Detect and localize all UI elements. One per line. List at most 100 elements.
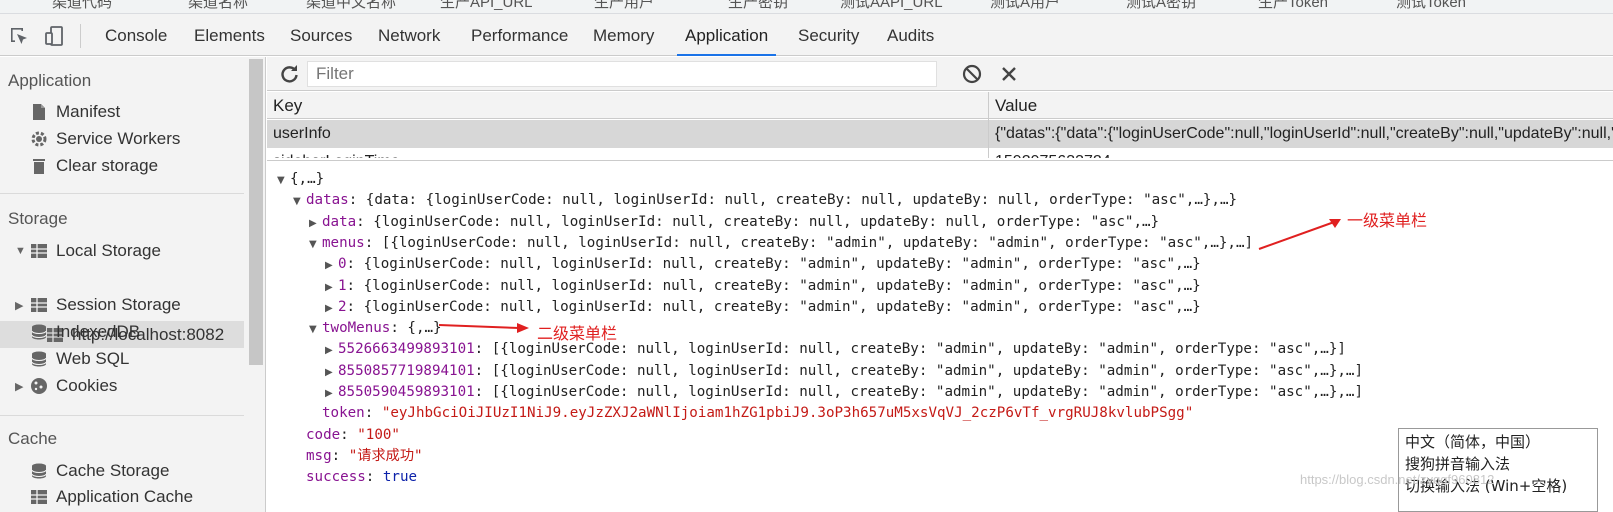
- table-cell-value[interactable]: 1592975633724: [989, 148, 1613, 158]
- sidebar-item-label: Web SQL: [56, 349, 130, 368]
- bookmark[interactable]: 生产Token: [1258, 0, 1328, 12]
- json-value: : {loginUserCode: null, loginUserId: nul…: [346, 256, 1201, 273]
- expand-triangle-icon[interactable]: ▶: [325, 340, 338, 361]
- json-key: data: [322, 213, 357, 230]
- json-string-value: "100": [357, 426, 400, 443]
- bookmark[interactable]: 生产API_URL: [440, 0, 533, 12]
- sidebar-item-label: Session Storage: [56, 295, 181, 314]
- expand-triangle-icon[interactable]: ▶: [325, 255, 338, 276]
- sidebar-section-storage: Storage: [8, 209, 68, 228]
- collapse-triangle-icon[interactable]: ▼: [309, 234, 322, 255]
- json-value: :: [365, 469, 383, 486]
- tab-application[interactable]: Application: [676, 14, 777, 56]
- bookmark[interactable]: 测试A密钥: [1126, 0, 1196, 12]
- cookie-icon: [31, 378, 47, 394]
- bookmark[interactable]: 渠道代码: [52, 0, 112, 12]
- json-tree-line: msg: "请求成功": [293, 446, 423, 467]
- json-tree-line[interactable]: ▶ data: {loginUserCode: null, loginUserId…: [309, 212, 1159, 233]
- inspect-element-icon[interactable]: [8, 25, 30, 47]
- sidebar-section-application: Application: [8, 71, 92, 90]
- expand-triangle-icon[interactable]: ▼: [15, 245, 26, 257]
- refresh-icon[interactable]: [277, 62, 301, 86]
- ime-language: 中文（简体，中国）: [1405, 433, 1541, 451]
- column-divider[interactable]: [988, 92, 989, 158]
- trash-icon: [33, 159, 45, 174]
- collapse-triangle-icon[interactable]: ▼: [277, 170, 290, 191]
- json-tree-line[interactable]: ▼ menus: [{loginUserCode: null, loginUser…: [309, 233, 1253, 254]
- ime-popup: 中文（简体，中国） 搜狗拼音输入法 切换输入法 (Win+空格): [1398, 428, 1598, 512]
- sidebar-item-label: Cache Storage: [56, 461, 170, 480]
- tab-console[interactable]: Console: [105, 14, 167, 56]
- expand-triangle-icon[interactable]: ▶: [325, 362, 338, 383]
- column-header-key[interactable]: Key: [267, 92, 988, 119]
- storage-toolbar: [267, 57, 1613, 91]
- delete-selected-icon[interactable]: [997, 62, 1021, 86]
- bookmark[interactable]: 渠道名称: [188, 0, 248, 12]
- json-value: : {loginUserCode: null, loginUserId: nul…: [346, 298, 1201, 315]
- json-tree-line[interactable]: ▶ 8550857719894101: [{loginUserCode: null…: [325, 361, 1363, 382]
- application-sidebar: Application Manifest Service Workers Cle…: [0, 57, 244, 512]
- json-value: : {,…}: [390, 320, 442, 337]
- clear-all-icon[interactable]: [960, 62, 984, 86]
- json-tree-line: token: "eyJhbGciOiJIUzI1NiJ9.eyJzZXJ2aWN…: [309, 403, 1193, 424]
- tab-memory[interactable]: Memory: [593, 14, 654, 56]
- tab-performance[interactable]: Performance: [471, 14, 568, 56]
- table-cell-key[interactable]: sidebarLoginTime: [267, 148, 988, 158]
- annotation-arrow-icon: [1258, 219, 1341, 250]
- json-tree-line[interactable]: ▶ 2: {loginUserCode: null, loginUserId: n…: [325, 297, 1201, 318]
- json-key: 1: [338, 277, 347, 294]
- filter-input[interactable]: [307, 61, 937, 87]
- json-key: 8550857719894101: [338, 362, 475, 379]
- json-tree-line[interactable]: ▶ 1: {loginUserCode: null, loginUserId: n…: [325, 276, 1201, 297]
- bookmark[interactable]: 测试AAPI_URL: [840, 0, 943, 12]
- table-cell-value[interactable]: {"datas":{"data":{"loginUserCode":null,"…: [989, 120, 1613, 148]
- json-key: success: [306, 469, 366, 486]
- sidebar-section-cache: Cache: [8, 429, 58, 448]
- expand-triangle-icon[interactable]: ▶: [309, 213, 322, 234]
- expand-triangle-icon[interactable]: ▶: [15, 299, 23, 312]
- json-value: : {loginUserCode: null, loginUserId: nul…: [346, 277, 1201, 294]
- column-header-value[interactable]: Value: [989, 92, 1613, 119]
- annotation-level1-menu: 一级菜单栏: [1347, 211, 1428, 230]
- expand-triangle-icon[interactable]: ▶: [325, 298, 338, 319]
- sidebar-divider: [0, 193, 244, 194]
- sidebar-item-label: Application Cache: [56, 487, 194, 506]
- json-tree-line[interactable]: ▶ 5526663499893101: [{loginUserCode: null…: [325, 339, 1346, 360]
- collapse-triangle-icon[interactable]: ▼: [293, 191, 306, 212]
- json-tree-line[interactable]: ▼ datas: {data: {loginUserCode: null, log…: [293, 190, 1237, 211]
- sidebar-scrollbar[interactable]: [244, 57, 266, 512]
- sidebar-item-label: Local Storage: [56, 241, 161, 260]
- json-tree-line[interactable]: ▶ 8550590459893101: [{loginUserCode: null…: [325, 382, 1363, 403]
- tab-audits[interactable]: Audits: [887, 14, 934, 56]
- expand-triangle-icon[interactable]: ▶: [15, 380, 23, 393]
- bookmark[interactable]: 生产密钥: [728, 0, 788, 12]
- expand-triangle-icon[interactable]: ▶: [325, 277, 338, 298]
- tab-network[interactable]: Network: [378, 14, 440, 56]
- scrollbar-thumb[interactable]: [249, 59, 263, 365]
- device-toolbar-icon[interactable]: [44, 25, 66, 47]
- collapse-triangle-icon[interactable]: ▼: [309, 319, 322, 340]
- json-tree-line[interactable]: ▼ {,…}: [277, 169, 324, 190]
- tab-sources[interactable]: Sources: [290, 14, 352, 56]
- json-tree-line[interactable]: ▼ twoMenus: {,…}: [309, 318, 442, 339]
- tab-security[interactable]: Security: [798, 14, 859, 56]
- json-key: code: [306, 426, 341, 443]
- bookmark[interactable]: 测试Token: [1396, 0, 1466, 12]
- expand-triangle-icon[interactable]: ▶: [325, 383, 338, 404]
- bookmark[interactable]: 生产用户: [594, 0, 654, 12]
- gear-icon: [31, 131, 47, 147]
- bookmark[interactable]: 测试A用户: [990, 0, 1060, 12]
- document-icon: [33, 104, 45, 120]
- table-cell-key[interactable]: userInfo: [267, 120, 988, 148]
- json-value: :: [364, 405, 382, 422]
- sidebar-item-label: Service Workers: [56, 129, 181, 148]
- tab-elements[interactable]: Elements: [194, 14, 265, 56]
- json-value: {,…}: [290, 171, 325, 187]
- json-key: 5526663499893101: [338, 341, 475, 358]
- json-value: : {loginUserCode: null, loginUserId: nul…: [356, 213, 1160, 230]
- bookmark[interactable]: 渠道中文名称: [306, 0, 396, 12]
- sidebar-item-label: Clear storage: [56, 156, 159, 175]
- json-value: : [{loginUserCode: null, loginUserId: nu…: [474, 362, 1363, 379]
- json-value: : [{loginUserCode: null, loginUserId: nu…: [474, 384, 1363, 400]
- json-tree-line[interactable]: ▶ 0: {loginUserCode: null, loginUserId: n…: [325, 254, 1201, 275]
